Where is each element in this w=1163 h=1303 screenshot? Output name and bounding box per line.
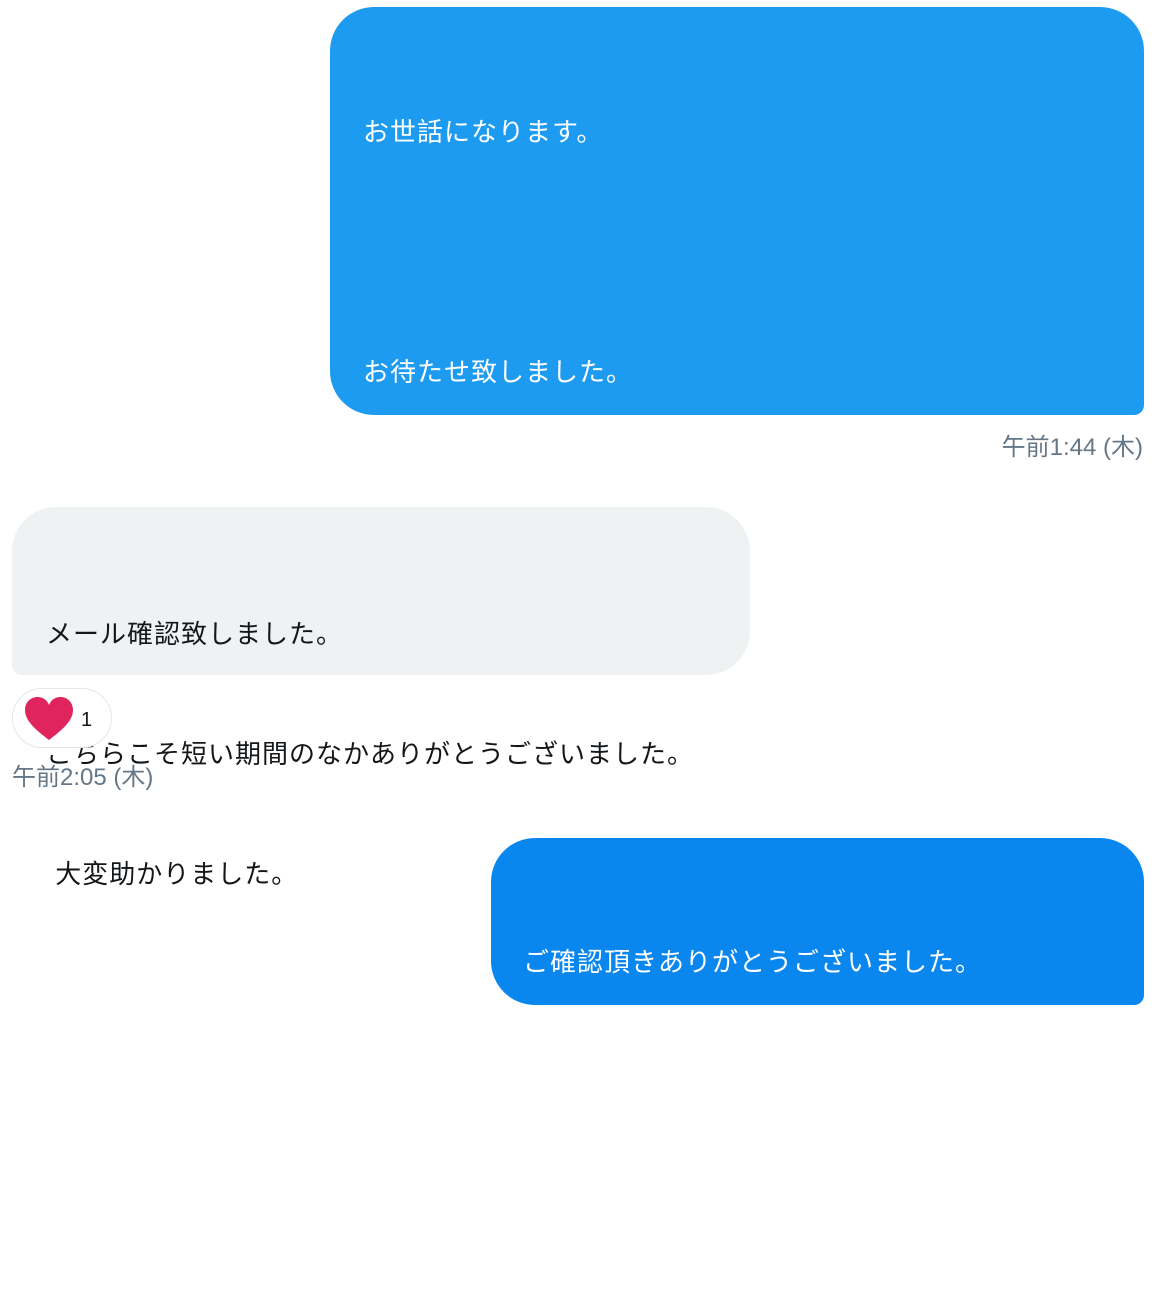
sent-message-bubble[interactable]: ご確認頂きありがとうございました。 今後ともどうぞよろしくお願い申し上げます。 [491, 838, 1144, 1218]
heart-icon [25, 697, 73, 740]
reaction-badge[interactable]: 1 [12, 688, 112, 748]
message-line: お世話になります。 [363, 118, 604, 148]
reaction-count: 1 [81, 709, 93, 731]
message-line: 今後ともどうぞよろしくお願い申し上げます。 [523, 1188, 1087, 1218]
message-line: メール確認致しました。 [46, 620, 344, 650]
message-timestamp: 午前2:05 (木) [12, 764, 154, 791]
message-line: ご確認頂きありがとうございました。 [523, 948, 983, 978]
message-line [523, 1063, 1114, 1103]
message-timestamp: 午前1:44 (木) [1001, 434, 1143, 461]
message-line [363, 233, 1114, 273]
sent-message-bubble[interactable]: お世話になります。 お待たせ致しました。 メールにてレポート納品致しました。 ご… [330, 7, 1144, 1108]
received-message-bubble[interactable]: メール確認致しました。 こちらこそ短い期間のなかありがとうございました。 大変助… [12, 507, 750, 890]
message-line: お待たせ致しました。 [363, 358, 634, 388]
